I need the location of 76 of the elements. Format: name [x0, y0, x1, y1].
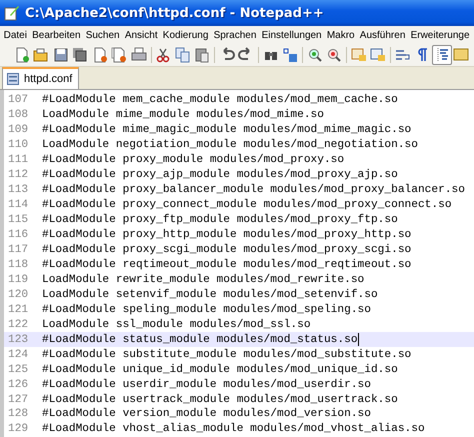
menu-item[interactable]: Ausführen: [357, 30, 408, 40]
menu-item[interactable]: Makro: [324, 30, 358, 40]
open-folder-icon: [33, 47, 50, 63]
code-line: LoadModule rewrite_module modules/mod_rewrite.so: [42, 274, 364, 286]
line-number: 110: [7, 139, 30, 152]
menu-item[interactable]: Ansicht: [122, 30, 160, 40]
line-number: 118: [7, 258, 30, 271]
line-number: 112: [7, 169, 30, 182]
notepad-icon: [4, 5, 20, 21]
line-number: 119: [7, 274, 30, 286]
code-line: #LoadModule mem_cache_module modules/mod_mem_cache.so: [42, 94, 398, 106]
line-number: 116: [7, 229, 30, 242]
line-number: 126: [7, 378, 30, 391]
line-number: 123: [7, 334, 30, 346]
zoom-out-icon: [326, 47, 342, 63]
line-number: 111: [7, 154, 30, 166]
code-line: #LoadModule substitute_module modules/mod_substitute.so: [42, 348, 412, 361]
code-line: #LoadModule proxy_balancer_module modules/mod_proxy_balancer.so: [42, 184, 465, 196]
new-file-icon: [14, 47, 30, 63]
save-icon: [52, 47, 69, 63]
line-number: 125: [7, 364, 30, 376]
save-all-icon: [72, 47, 88, 63]
line-number: 129: [7, 423, 30, 436]
line-number: 107: [7, 94, 30, 106]
code-line: #LoadModule proxy_scgi_module modules/mod_proxy_scgi.so: [42, 244, 412, 256]
code-line: #LoadModule speling_module modules/mod_speling.so: [42, 304, 371, 316]
code-line: LoadModule ssl_module modules/mod_ssl.so: [42, 318, 311, 331]
scissors-icon: [155, 47, 172, 63]
menu-item[interactable]: Suchen: [83, 30, 122, 40]
menu-item[interactable]: Sprachen: [210, 30, 259, 40]
code-line: #LoadModule reqtimeout_module modules/mod_reqtimeout.so: [42, 258, 412, 271]
code-line: #LoadModule proxy_connect_module modules/mod_proxy_connect.so: [42, 199, 452, 212]
close-all-icon: [111, 47, 128, 63]
close-file-icon: [92, 47, 108, 63]
code-line: LoadModule negotiation_module modules/mod_negotiation.so: [42, 139, 418, 152]
toolbar-button[interactable]: [432, 45, 452, 65]
code-line: #LoadModule proxy_module modules/mod_proxy.so: [42, 154, 344, 166]
code-line: #LoadModule proxy_ajp_module modules/mod_proxy_ajp.so: [42, 169, 398, 182]
line-number: 117: [7, 244, 30, 256]
code-line: #LoadModule proxy_ftp_module modules/mod_proxy_ftp.so: [42, 214, 398, 226]
line-number: 127: [7, 394, 30, 406]
line-number: 124: [7, 348, 30, 361]
line-number: 114: [7, 199, 30, 212]
line-number: 109: [7, 124, 30, 136]
line-number: 120: [7, 288, 30, 301]
code-line: #LoadModule status_module modules/mod_status.so: [42, 334, 358, 346]
line-number: 108: [7, 109, 30, 122]
code-line: LoadModule mime_module modules/mod_mime.so: [42, 109, 324, 122]
code-line: #LoadModule proxy_http_module modules/mod_proxy_http.so: [42, 229, 412, 242]
code-line: #LoadModule usertrack_module modules/mod_usertrack.so: [42, 394, 398, 406]
editor[interactable]: [0, 90, 474, 437]
menu-item[interactable]: Datei: [1, 30, 30, 40]
line-number: 115: [7, 214, 30, 226]
menu-item[interactable]: Erweiterunge: [408, 30, 472, 40]
code-line: #LoadModule version_module modules/mod_version.so: [42, 408, 371, 420]
line-number: 128: [7, 408, 30, 420]
menu-item[interactable]: Kodierung: [160, 30, 211, 40]
code-line: #LoadModule vhost_alias_module modules/mod_vhost_alias.so: [42, 423, 425, 436]
line-number: 122: [7, 318, 30, 331]
line-number: 121: [7, 304, 30, 316]
code-line: LoadModule setenvif_module modules/mod_setenvif.so: [42, 288, 378, 301]
menu-item[interactable]: Einstellungen: [258, 30, 324, 40]
text-cursor: [358, 333, 359, 346]
zoom-in-icon: [306, 47, 323, 63]
line-number: 113: [7, 184, 30, 196]
save-icon: [7, 73, 19, 85]
code-line: #LoadModule userdir_module modules/mod_userdir.so: [42, 378, 371, 391]
file-tab[interactable]: httpd.conf: [2, 67, 80, 89]
printer-icon: [130, 47, 147, 63]
menu-item[interactable]: Bearbeiten: [30, 30, 84, 40]
window-title: C:\Apache2\conf\httpd.conf - Notepad++: [25, 6, 324, 20]
toolbar-button[interactable]: [110, 45, 129, 65]
copy-icon: [174, 47, 191, 63]
code-line: #LoadModule mime_magic_module modules/mod_mime_magic.so: [42, 124, 412, 136]
paste-icon: [194, 47, 210, 63]
code-line: #LoadModule unique_id_module modules/mod_unique_id.so: [42, 364, 398, 376]
